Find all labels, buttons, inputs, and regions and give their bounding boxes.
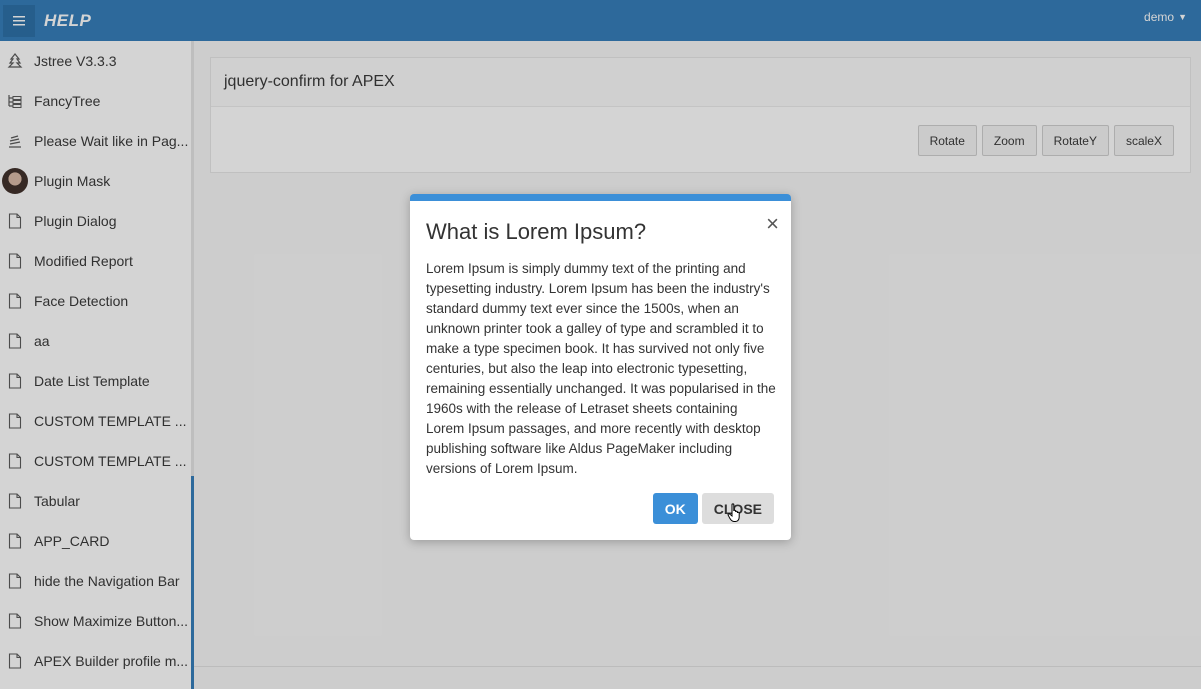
- hand-cursor-icon: [727, 503, 740, 522]
- dialog-buttons: OK CLOSE: [652, 493, 774, 524]
- confirm-dialog: What is Lorem Ipsum? × Lorem Ipsum is si…: [410, 194, 791, 540]
- dialog-body: Lorem Ipsum is simply dummy text of the …: [426, 261, 776, 476]
- close-icon[interactable]: ×: [766, 213, 779, 235]
- dialog-title: What is Lorem Ipsum?: [426, 219, 647, 244]
- ok-button[interactable]: OK: [652, 493, 698, 524]
